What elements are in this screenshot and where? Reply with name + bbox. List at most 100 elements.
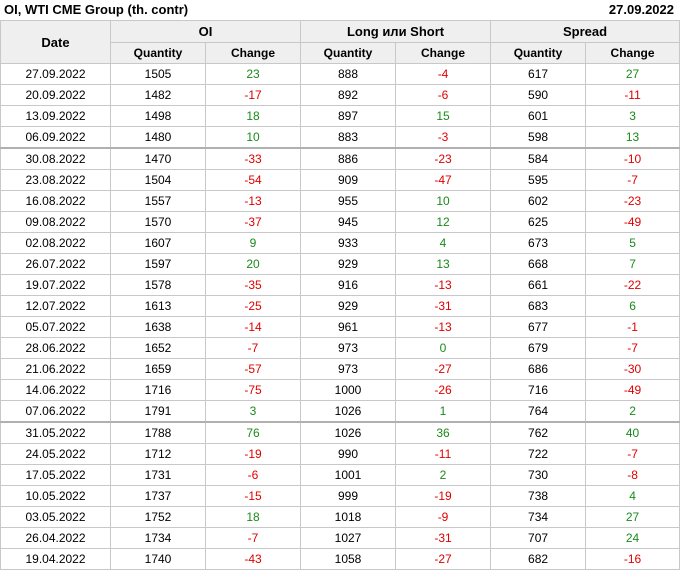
long-short-change-cell: 15 xyxy=(395,105,492,127)
oi-change-cell: -43 xyxy=(204,548,302,570)
spread-change-cell: -22 xyxy=(585,274,680,296)
oi-quantity-cell: 1737 xyxy=(110,485,206,507)
table-row: 23.08.2022 1504 -54 909 -47 595 -7 xyxy=(0,169,680,191)
spread-quantity-cell: 673 xyxy=(490,232,587,254)
spread-quantity-cell: 686 xyxy=(490,358,587,380)
long-short-quantity-header: Quantity xyxy=(300,42,397,64)
long-short-change-cell: -13 xyxy=(395,316,492,338)
oi-quantity-cell: 1470 xyxy=(110,147,206,170)
report-date: 27.09.2022 xyxy=(608,2,674,17)
spread-quantity-cell: 738 xyxy=(490,485,587,507)
table-row: 20.09.2022 1482 -17 892 -6 590 -11 xyxy=(0,84,680,106)
spread-quantity-cell: 764 xyxy=(490,400,587,423)
spread-quantity-cell: 762 xyxy=(490,421,587,444)
long-short-change-cell: 0 xyxy=(395,337,492,359)
date-cell: 07.06.2022 xyxy=(0,400,111,423)
long-short-quantity-cell: 909 xyxy=(300,169,397,191)
long-short-quantity-cell: 955 xyxy=(300,190,397,212)
oi-change-cell: 18 xyxy=(204,105,302,127)
spread-quantity-cell: 661 xyxy=(490,274,587,296)
spread-change-cell: -7 xyxy=(585,169,680,191)
long-short-change-cell: -26 xyxy=(395,379,492,401)
oi-change-cell: -13 xyxy=(204,190,302,212)
table-row: 17.05.2022 1731 -6 1001 2 730 -8 xyxy=(0,464,680,486)
spread-change-cell: 13 xyxy=(585,126,680,149)
date-column-header: Date xyxy=(0,20,111,64)
long-short-quantity-cell: 973 xyxy=(300,337,397,359)
date-cell: 13.09.2022 xyxy=(0,105,111,127)
table-row: 16.08.2022 1557 -13 955 10 602 -23 xyxy=(0,190,680,212)
table-row: 02.08.2022 1607 9 933 4 673 5 xyxy=(0,232,680,254)
date-cell: 10.05.2022 xyxy=(0,485,111,507)
oi-change-cell: -35 xyxy=(204,274,302,296)
oi-quantity-cell: 1712 xyxy=(110,443,206,465)
long-short-quantity-cell: 1001 xyxy=(300,464,397,486)
oi-quantity-cell: 1480 xyxy=(110,126,206,149)
spread-change-cell: -49 xyxy=(585,379,680,401)
spread-change-cell: 7 xyxy=(585,253,680,275)
date-cell: 19.07.2022 xyxy=(0,274,111,296)
oi-change-cell: -14 xyxy=(204,316,302,338)
oi-quantity-cell: 1652 xyxy=(110,337,206,359)
oi-quantity-cell: 1734 xyxy=(110,527,206,549)
oi-change-cell: -37 xyxy=(204,211,302,233)
spread-quantity-cell: 601 xyxy=(490,105,587,127)
long-short-change-cell: -19 xyxy=(395,485,492,507)
date-cell: 27.09.2022 xyxy=(0,63,111,85)
spread-quantity-cell: 734 xyxy=(490,506,587,528)
long-short-group-header: Long или Short xyxy=(300,20,492,43)
long-short-quantity-cell: 888 xyxy=(300,63,397,85)
table-row: 06.09.2022 1480 10 883 -3 598 13 xyxy=(0,126,680,149)
spread-quantity-cell: 679 xyxy=(490,337,587,359)
long-short-quantity-cell: 1018 xyxy=(300,506,397,528)
spread-quantity-cell: 707 xyxy=(490,527,587,549)
table-row: 24.05.2022 1712 -19 990 -11 722 -7 xyxy=(0,443,680,465)
oi-quantity-cell: 1740 xyxy=(110,548,206,570)
spread-quantity-header: Quantity xyxy=(490,42,587,64)
spread-quantity-cell: 595 xyxy=(490,169,587,191)
long-short-quantity-cell: 1027 xyxy=(300,527,397,549)
spread-change-cell: -49 xyxy=(585,211,680,233)
oi-change-cell: -75 xyxy=(204,379,302,401)
spread-change-cell: -10 xyxy=(585,147,680,170)
date-cell: 02.08.2022 xyxy=(0,232,111,254)
long-short-change-cell: 4 xyxy=(395,232,492,254)
long-short-change-cell: -27 xyxy=(395,358,492,380)
oi-change-cell: -33 xyxy=(204,147,302,170)
oi-quantity-cell: 1504 xyxy=(110,169,206,191)
oi-quantity-cell: 1659 xyxy=(110,358,206,380)
long-short-quantity-cell: 897 xyxy=(300,105,397,127)
spread-quantity-cell: 682 xyxy=(490,548,587,570)
oi-change-cell: 9 xyxy=(204,232,302,254)
long-short-change-cell: 1 xyxy=(395,400,492,423)
spread-change-cell: -11 xyxy=(585,84,680,106)
spread-change-cell: 27 xyxy=(585,63,680,85)
spread-quantity-cell: 716 xyxy=(490,379,587,401)
long-short-quantity-cell: 892 xyxy=(300,84,397,106)
oi-change-cell: -57 xyxy=(204,358,302,380)
long-short-change-cell: -6 xyxy=(395,84,492,106)
table-row: 21.06.2022 1659 -57 973 -27 686 -30 xyxy=(0,358,680,380)
long-short-change-cell: -3 xyxy=(395,126,492,149)
date-cell: 19.04.2022 xyxy=(0,548,111,570)
spread-quantity-cell: 683 xyxy=(490,295,587,317)
table-row: 27.09.2022 1505 23 888 -4 617 27 xyxy=(0,63,680,85)
spread-quantity-cell: 602 xyxy=(490,190,587,212)
oi-quantity-cell: 1788 xyxy=(110,421,206,444)
spread-change-cell: 6 xyxy=(585,295,680,317)
date-cell: 09.08.2022 xyxy=(0,211,111,233)
oi-change-cell: -6 xyxy=(204,464,302,486)
long-short-change-cell: -27 xyxy=(395,548,492,570)
spread-change-cell: -23 xyxy=(585,190,680,212)
oi-change-cell: -17 xyxy=(204,84,302,106)
oi-change-cell: -25 xyxy=(204,295,302,317)
date-cell: 30.08.2022 xyxy=(0,147,111,170)
oi-quantity-cell: 1638 xyxy=(110,316,206,338)
date-cell: 24.05.2022 xyxy=(0,443,111,465)
oi-change-cell: 20 xyxy=(204,253,302,275)
spread-change-cell: -30 xyxy=(585,358,680,380)
long-short-quantity-cell: 1000 xyxy=(300,379,397,401)
table-row: 31.05.2022 1788 76 1026 36 762 40 xyxy=(0,421,680,444)
oi-group-header: OI xyxy=(109,20,302,43)
spread-change-cell: -1 xyxy=(585,316,680,338)
